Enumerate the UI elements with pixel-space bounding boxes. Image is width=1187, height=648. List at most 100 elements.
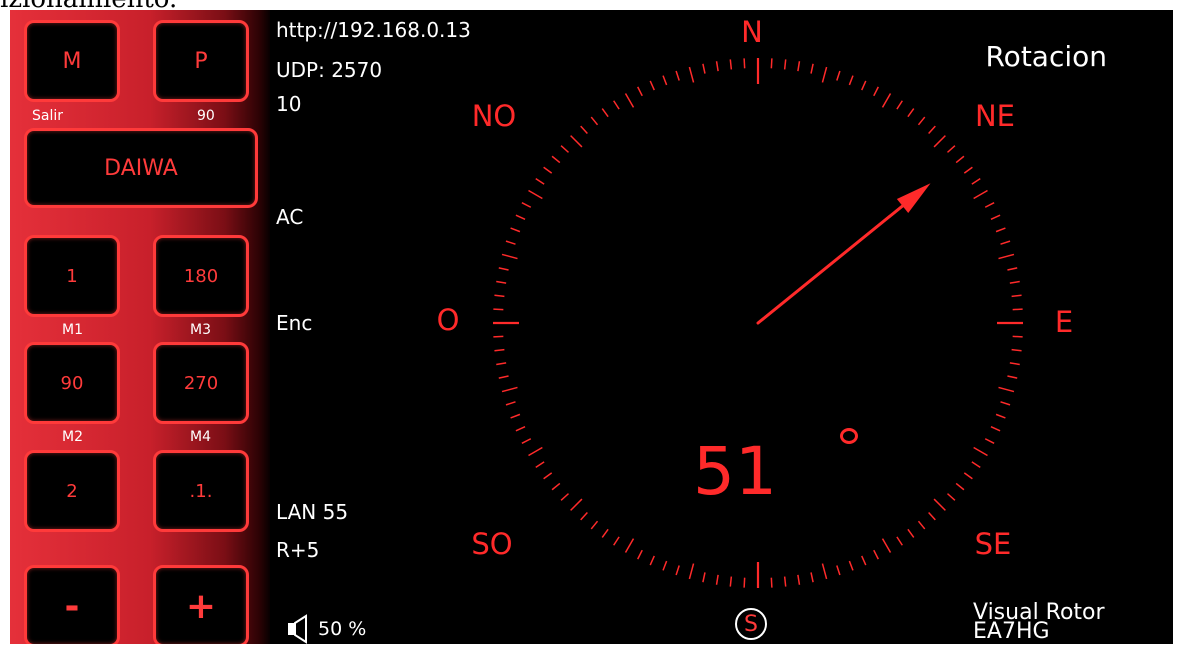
dial-tick — [510, 227, 521, 233]
dial-tick — [543, 166, 553, 174]
needle-shaft — [756, 200, 909, 325]
dial-tick — [1012, 335, 1023, 338]
dial-tick — [836, 565, 841, 576]
dial-tick — [649, 555, 655, 566]
dial-tick — [702, 63, 706, 74]
dial-tick — [688, 66, 695, 83]
dial-tick — [984, 202, 995, 208]
dial-tick — [580, 512, 588, 521]
dial-tick — [560, 493, 569, 501]
dial-tick — [624, 93, 635, 108]
dial-tick — [907, 528, 915, 538]
dial-tick — [963, 166, 973, 174]
dial-tick — [494, 294, 505, 298]
dial-tick — [590, 520, 599, 530]
dial-tick — [971, 461, 981, 468]
dial-tick — [955, 155, 965, 164]
dial-tick — [1011, 348, 1022, 352]
dial-tick — [821, 563, 828, 580]
dial-tick — [570, 135, 583, 148]
dial-tick — [1012, 308, 1023, 311]
dial-tick — [675, 565, 680, 576]
dial-tick — [521, 202, 532, 208]
dial-tick — [496, 280, 507, 284]
dial-tick — [715, 61, 719, 72]
dial-tick — [498, 375, 509, 379]
dial-tick — [933, 135, 946, 148]
dial-tick — [917, 520, 926, 530]
dial-tick — [729, 59, 733, 70]
dial-tick — [510, 413, 521, 419]
dial-tick — [861, 80, 867, 91]
dial-tick — [973, 446, 988, 457]
dial-tick — [505, 240, 516, 245]
dial-tick — [601, 108, 609, 118]
dir-so: SO — [471, 527, 513, 561]
dir-se: SE — [974, 527, 1012, 561]
dial-tick — [861, 555, 867, 566]
dial-tick — [797, 574, 801, 585]
heading-needle — [756, 183, 931, 325]
s-button-icon: S — [744, 611, 758, 637]
dial-tick — [797, 61, 801, 72]
dial-tick — [971, 178, 981, 185]
dial-tick — [907, 108, 915, 118]
dir-no: NO — [471, 99, 517, 133]
dial-tick — [998, 386, 1015, 393]
dial-tick — [1000, 240, 1011, 245]
dial-tick — [580, 125, 588, 134]
dial-tick — [743, 58, 746, 69]
dial-tick — [770, 577, 773, 588]
s-button[interactable]: S — [735, 608, 767, 640]
dial-tick — [955, 482, 965, 491]
dial-tick — [1009, 362, 1020, 366]
dial-tick — [848, 560, 854, 571]
dial-tick — [675, 70, 680, 81]
dial-tick — [535, 178, 545, 185]
dial-tick — [896, 536, 903, 546]
dial-tick — [947, 493, 956, 501]
dial-tick — [637, 86, 643, 97]
dial-tick — [917, 116, 926, 126]
dial-tick — [881, 93, 892, 108]
dial-tick — [662, 560, 668, 571]
dial-tick — [963, 472, 973, 480]
dial-tick — [570, 498, 583, 511]
dir-e: E — [1054, 305, 1074, 339]
dial-tick — [613, 100, 620, 110]
dial-tick — [501, 386, 518, 393]
dial-tick — [810, 572, 814, 583]
page-title: Rotacion — [985, 40, 1107, 73]
dial-tick — [496, 362, 507, 366]
dial-tick — [881, 538, 892, 553]
dial-tick — [551, 155, 561, 164]
dial-tick — [836, 70, 841, 81]
dial-tick — [873, 86, 879, 97]
dial-tick — [528, 189, 543, 200]
dial-tick — [1007, 375, 1018, 379]
dial-tick — [535, 461, 545, 468]
dial-tick — [1011, 294, 1022, 298]
dial-tick — [973, 189, 988, 200]
dial-tick — [729, 576, 733, 587]
dial-tick — [928, 125, 936, 134]
degree-icon — [840, 428, 858, 444]
dial-tick — [715, 574, 719, 585]
dial-tick — [505, 401, 516, 406]
dial-tick — [995, 413, 1006, 419]
dial-tick — [984, 438, 995, 444]
dial-tick — [1009, 280, 1020, 284]
dial-tick — [590, 116, 599, 126]
dial-tick — [688, 563, 695, 580]
dial-tick — [873, 549, 879, 560]
dial-tick — [498, 267, 509, 271]
dial-tick — [998, 253, 1015, 260]
dial-tick — [543, 472, 553, 480]
dial-tick — [783, 576, 787, 587]
dial-tick — [810, 63, 814, 74]
dial-tick — [783, 59, 787, 70]
dial-tick — [613, 536, 620, 546]
dial-tick — [501, 253, 518, 260]
dial-tick — [933, 498, 946, 511]
dial-tick — [770, 58, 773, 69]
